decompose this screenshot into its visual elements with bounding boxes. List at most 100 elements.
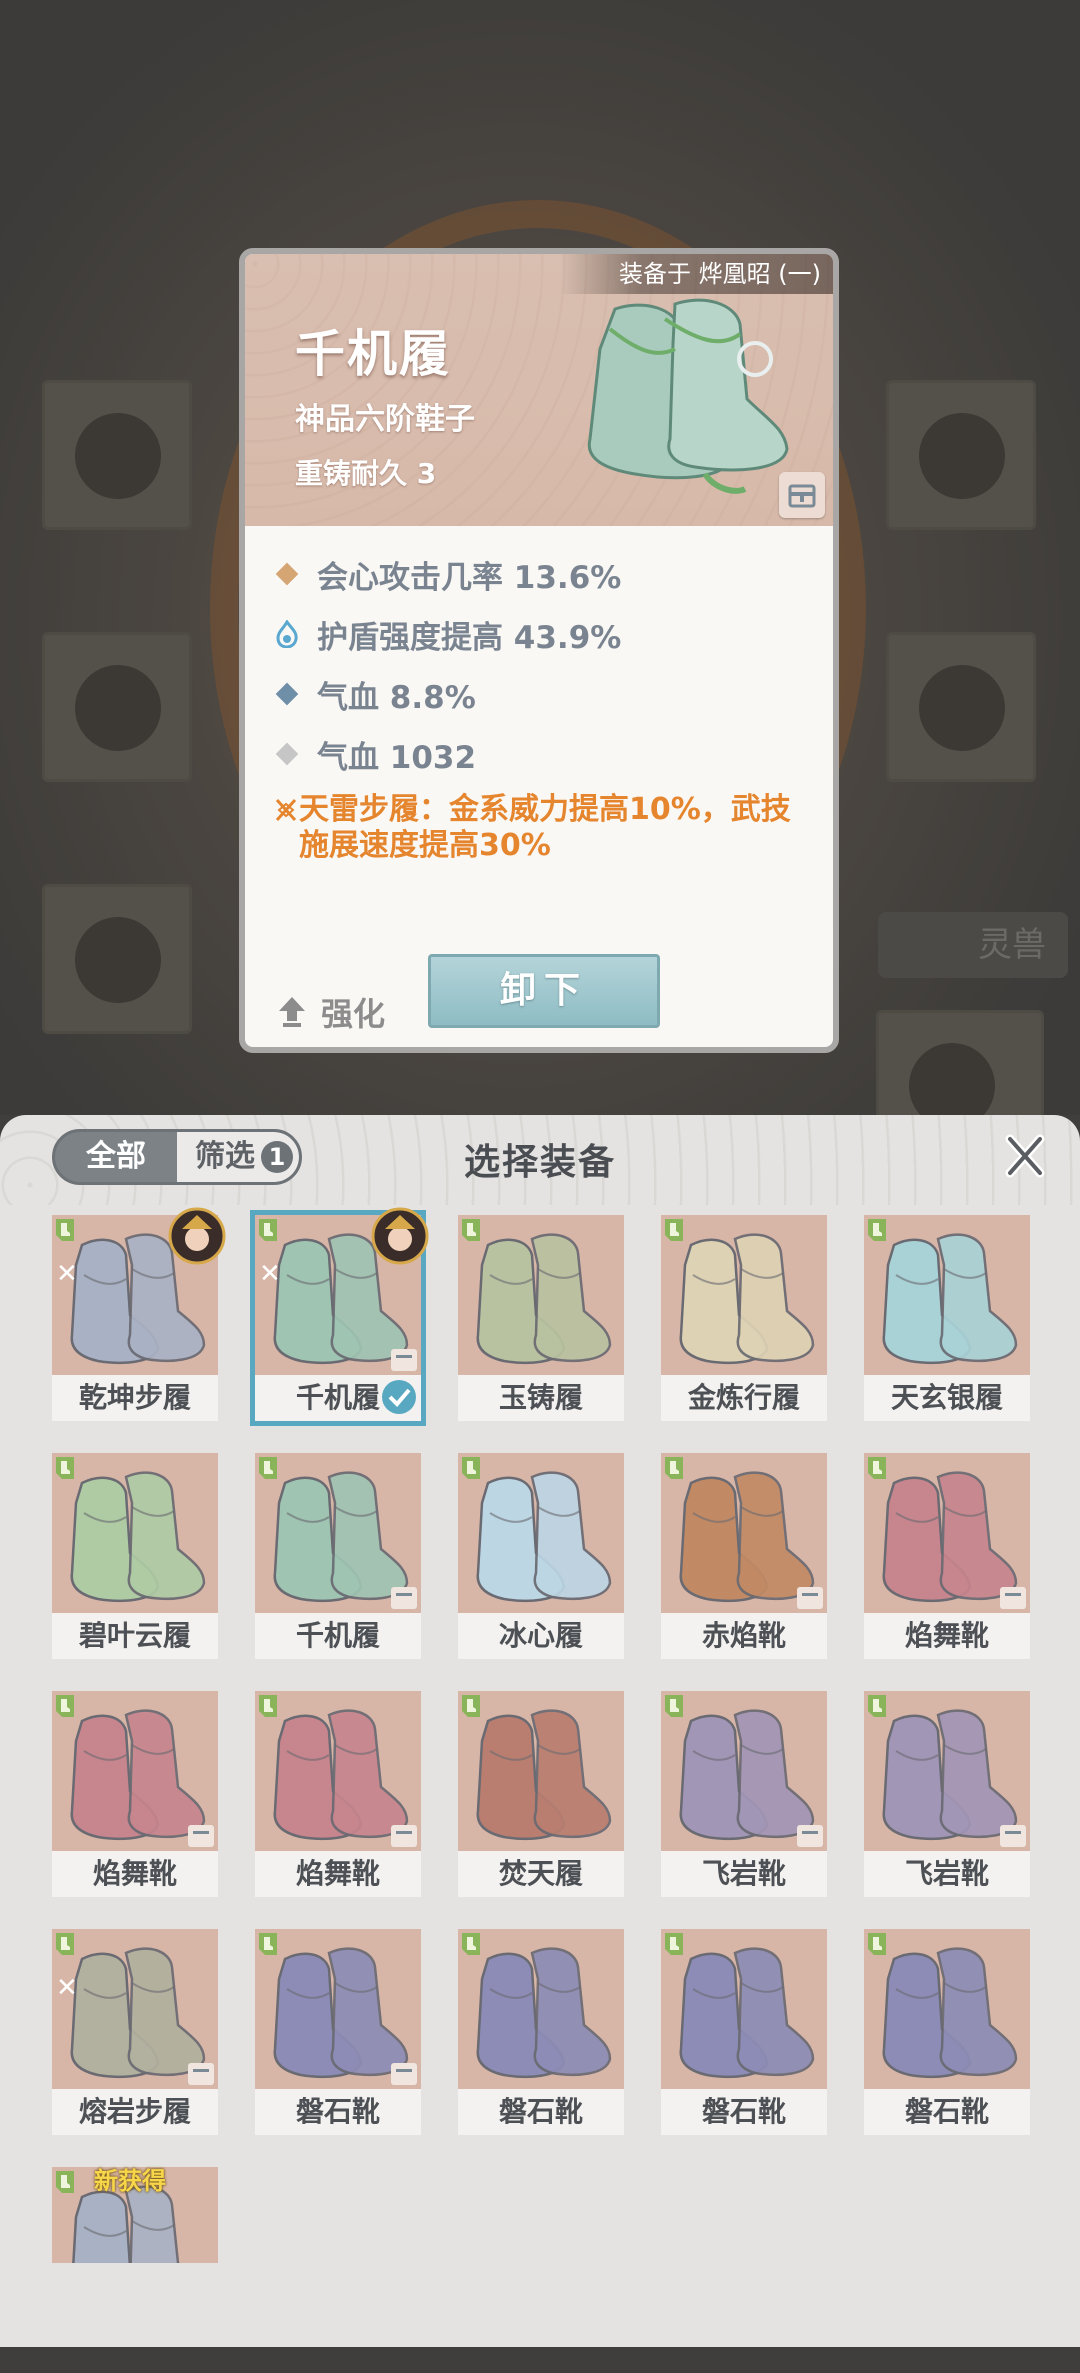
- equipment-item-image: [458, 1215, 624, 1375]
- equipment-item[interactable]: 冰心履: [458, 1453, 624, 1659]
- equipment-item[interactable]: 磐石靴: [661, 1929, 827, 2135]
- boot-artwork: [476, 1709, 612, 1841]
- equipment-item[interactable]: 磐石靴: [255, 1929, 421, 2135]
- flame-blue-icon: [273, 620, 301, 648]
- equipment-item[interactable]: 飞岩靴: [864, 1691, 1030, 1897]
- equipment-item[interactable]: 千机履: [255, 1453, 421, 1659]
- equipment-item-name: 碧叶云履: [52, 1613, 218, 1659]
- equipment-item-name: 焰舞靴: [255, 1851, 421, 1897]
- trinket-slot[interactable]: [886, 632, 1036, 782]
- equipment-item[interactable]: 磐石靴: [458, 1929, 624, 2135]
- equipment-item[interactable]: 天玄银履: [864, 1215, 1030, 1421]
- set-bonus: 天雷步履：金系威力提高10%，武技施展速度提高30%: [273, 792, 813, 864]
- strengthen-button[interactable]: 强化: [277, 989, 385, 1035]
- boot-artwork: [476, 1471, 612, 1603]
- equipment-item[interactable]: ✕ 熔岩步履: [52, 1929, 218, 2135]
- boot-artwork: [476, 1233, 612, 1365]
- equipment-item[interactable]: 焰舞靴: [255, 1691, 421, 1897]
- equipment-item-image: [864, 1215, 1030, 1375]
- lock-icon: [797, 1587, 823, 1609]
- boot-category-icon: [462, 1219, 480, 1241]
- equipment-item[interactable]: 焰舞靴: [864, 1453, 1030, 1659]
- stat-row: 气血 8.8%: [273, 664, 813, 724]
- diamond-gold-icon: [273, 560, 301, 588]
- equipment-item-name: 金炼行履: [661, 1375, 827, 1421]
- stat-row: 护盾强度提高 43.9%: [273, 604, 813, 664]
- equipment-item-name: 焚天履: [458, 1851, 624, 1897]
- equipment-item[interactable]: ✕ 千机履: [250, 1207, 429, 1426]
- stat-text: 护盾强度提高 43.9%: [317, 619, 622, 656]
- equipment-item[interactable]: 碧叶云履: [52, 1453, 218, 1659]
- equipment-item-image: [864, 1453, 1030, 1613]
- armor-slot[interactable]: [42, 632, 192, 782]
- card-header: 装备于 烨凰昭 (一) 千机履 神品六阶鞋子 重铸耐久 3: [245, 254, 833, 526]
- equipment-item[interactable]: 磐石靴: [864, 1929, 1030, 2135]
- set-bonus-text: 天雷步履：金系威力提高10%，武技施展速度提高30%: [299, 792, 791, 863]
- equipment-item[interactable]: 焰舞靴: [52, 1691, 218, 1897]
- lingshou-button[interactable]: 灵兽: [878, 912, 1068, 978]
- lock-icon: [188, 1825, 214, 1847]
- lock-icon: [1000, 1825, 1026, 1847]
- owner-avatar: [168, 1207, 226, 1265]
- boot-category-icon: [462, 1457, 480, 1479]
- boot-artwork: [882, 1947, 1018, 2079]
- strengthen-label: 强化: [321, 995, 386, 1033]
- lock-icon: [188, 2063, 214, 2085]
- equipment-item-name: 飞岩靴: [661, 1851, 827, 1897]
- boot-category-icon: [56, 1695, 74, 1717]
- stat-text: 气血 1032: [317, 739, 477, 776]
- unload-button[interactable]: 卸下: [428, 954, 660, 1028]
- boot-category-icon: [868, 1219, 886, 1241]
- equipment-item-name: 磐石靴: [255, 2089, 421, 2135]
- panel-title: 选择装备: [463, 1142, 616, 1183]
- equipment-item-name: 磐石靴: [864, 2089, 1030, 2135]
- equipment-item[interactable]: 飞岩靴: [661, 1691, 827, 1897]
- lock-icon: [797, 1825, 823, 1847]
- equipment-item-image: ✕: [52, 1929, 218, 2089]
- equipment-item-new[interactable]: 新获得: [52, 2167, 218, 2373]
- stats-list: 会心攻击几率 13.6% 护盾强度提高 43.9% 气血 8.8% 气血 103…: [273, 544, 813, 864]
- item-name: 千机履: [295, 325, 451, 383]
- equipment-item[interactable]: 玉铸履: [458, 1215, 624, 1421]
- equipment-item[interactable]: ✕ 乾坤步履: [52, 1207, 226, 1421]
- equipment-detail-card: 装备于 烨凰昭 (一) 千机履 神品六阶鞋子 重铸耐久 3 会心攻击几率 13.…: [239, 248, 839, 1053]
- equipment-item[interactable]: 金炼行履: [661, 1215, 827, 1421]
- boot-category-icon: [56, 2171, 74, 2193]
- accessory-slot[interactable]: [886, 380, 1036, 530]
- boot-category-icon: [868, 1695, 886, 1717]
- equipment-item-image: [864, 1929, 1030, 2089]
- equipment-item[interactable]: 赤焰靴: [661, 1453, 827, 1659]
- boots-slot[interactable]: [42, 884, 192, 1034]
- diamond-blue-icon: [273, 680, 301, 708]
- close-icon[interactable]: [1000, 1131, 1050, 1181]
- equipment-item-image: [458, 1453, 624, 1613]
- item-type: 神品六阶鞋子: [295, 402, 475, 437]
- equipment-item-name: 熔岩步履: [52, 2089, 218, 2135]
- boot-category-icon: [56, 1457, 74, 1479]
- equipment-item-name: 乾坤步履: [52, 1375, 218, 1421]
- boot-category-icon: [56, 1219, 74, 1241]
- equipment-item-name: 磐石靴: [458, 2089, 624, 2135]
- equipment-item-name: 磐石靴: [661, 2089, 827, 2135]
- boot-category-icon: [259, 1219, 277, 1241]
- equipment-select-panel: 全部 筛选 1 选择装备 ✕ 乾坤步履 ✕ 千机履 玉铸履 金炼行履 天玄银履 碧叶云履 千机履…: [0, 1115, 1080, 2347]
- equipment-item-image: [52, 1453, 218, 1613]
- set-mark-icon: ✕: [259, 1259, 281, 1289]
- new-item-tag: 新获得: [94, 2167, 166, 2195]
- boot-artwork: [70, 1471, 206, 1603]
- equipment-item-name: 冰心履: [458, 1613, 624, 1659]
- lock-toggle-button[interactable]: [779, 472, 825, 518]
- equipment-item-name: 赤焰靴: [661, 1613, 827, 1659]
- lock-icon: [391, 1587, 417, 1609]
- equipment-item[interactable]: 焚天履: [458, 1691, 624, 1897]
- lock-icon: [391, 2063, 417, 2085]
- boot-category-icon: [868, 1933, 886, 1955]
- stat-text: 会心攻击几率 13.6%: [317, 559, 622, 596]
- item-artwork: [587, 298, 789, 494]
- equipment-item-image: [458, 1691, 624, 1851]
- equipment-item-name: 天玄银履: [864, 1375, 1030, 1421]
- lock-icon: [788, 484, 816, 508]
- weapon-slot[interactable]: [42, 380, 192, 530]
- boot-category-icon: [259, 1695, 277, 1717]
- stat-row: 会心攻击几率 13.6%: [273, 544, 813, 604]
